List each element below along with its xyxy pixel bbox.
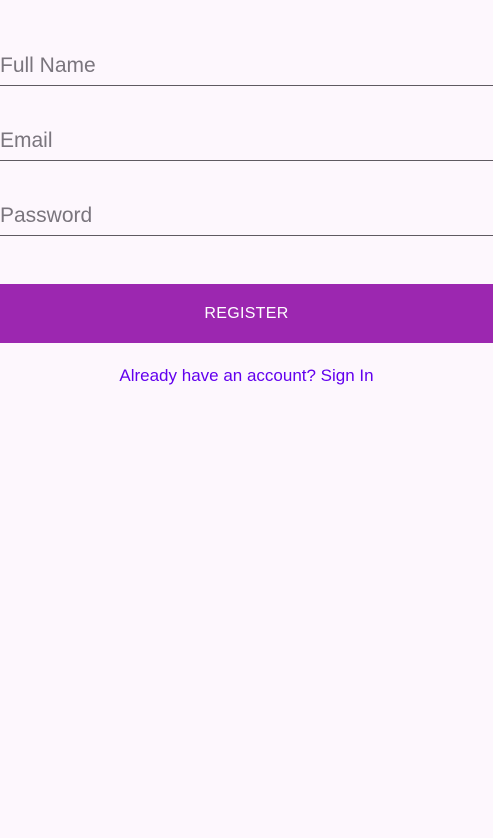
email-field	[0, 121, 493, 161]
password-field	[0, 196, 493, 236]
register-button[interactable]: REGISTER	[0, 284, 493, 343]
full-name-input[interactable]	[0, 46, 493, 86]
full-name-field	[0, 46, 493, 86]
email-input[interactable]	[0, 121, 493, 161]
password-input[interactable]	[0, 196, 493, 236]
sign-in-link[interactable]: Already have an account? Sign In	[0, 364, 493, 388]
